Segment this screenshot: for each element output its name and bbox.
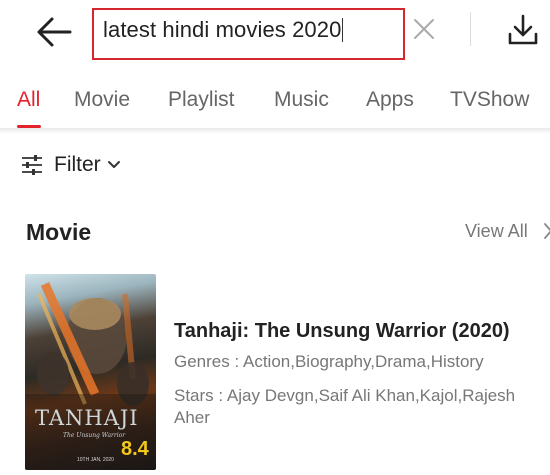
text-caret <box>342 18 344 42</box>
tab-apps[interactable]: Apps <box>366 88 414 112</box>
chevron-down-icon <box>107 161 120 168</box>
filter-label: Filter <box>54 153 101 176</box>
rating-badge: 8.4 <box>121 438 149 460</box>
back-button[interactable] <box>34 12 74 52</box>
search-input[interactable]: latest hindi movies 2020 <box>92 8 405 60</box>
top-bar: latest hindi movies 2020 <box>0 0 550 66</box>
movie-title[interactable]: Tanhaji: The Unsung Warrior (2020) <box>174 320 510 343</box>
movie-poster[interactable]: TANHAJI The Unsung Warrior 8.4 10TH JAN,… <box>25 274 156 470</box>
poster-release-date: 10TH JAN, 2020 <box>77 457 114 463</box>
tab-movie[interactable]: Movie <box>74 88 130 112</box>
arrow-left-icon <box>37 17 72 47</box>
category-tabs: All Movie Playlist Music Apps TVShow <box>0 82 550 128</box>
tab-playlist[interactable]: Playlist <box>168 88 235 112</box>
filter-button[interactable]: Filter <box>20 150 121 180</box>
movie-genres: Genres : Action,Biography,Drama,History <box>174 352 484 371</box>
view-all-link[interactable]: View All <box>465 221 528 242</box>
header-divider <box>470 12 471 46</box>
search-query-text: latest hindi movies 2020 <box>103 17 344 42</box>
sliders-icon <box>22 155 42 175</box>
close-icon <box>414 19 434 39</box>
download-button[interactable] <box>505 12 541 48</box>
clear-search-button[interactable] <box>411 16 437 42</box>
tabs-divider <box>0 128 550 134</box>
poster-subtitle: The Unsung Warrior <box>63 432 126 439</box>
tab-music[interactable]: Music <box>274 88 329 112</box>
poster-title: TANHAJI <box>35 406 139 430</box>
section-title: Movie <box>26 219 92 245</box>
tab-tvshow[interactable]: TVShow <box>450 88 529 112</box>
tab-all[interactable]: All <box>17 88 40 112</box>
chevron-right-icon[interactable] <box>544 222 550 240</box>
download-icon <box>508 14 538 45</box>
movie-stars: Stars : Ajay Devgn,Saif Ali Khan,Kajol,R… <box>174 386 516 427</box>
